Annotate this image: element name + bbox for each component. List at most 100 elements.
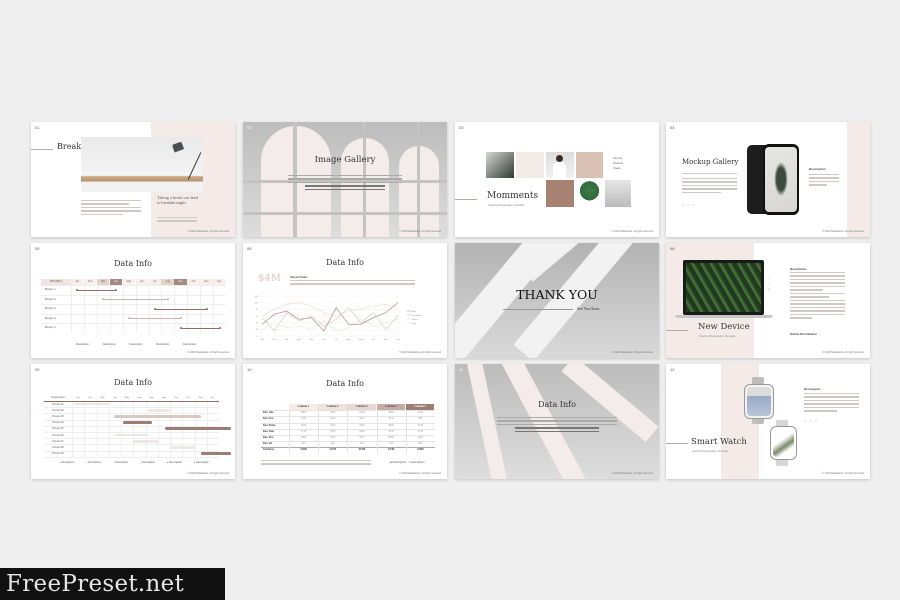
slide-data-info-line-chart[interactable]: 06 Data Info $4M About Chart 0 20 40 60 80 10… bbox=[243, 243, 447, 358]
body-text bbox=[497, 417, 617, 434]
footer: © 2020 Madeleine. All right reserved bbox=[611, 351, 653, 354]
slide-number: 09 bbox=[35, 367, 40, 372]
progression-row-label: Process 07 bbox=[52, 439, 64, 443]
legend-item: ● Description bbox=[140, 461, 155, 464]
side-text bbox=[790, 272, 845, 321]
laptop-mockup bbox=[683, 260, 764, 315]
slide-momments[interactable]: 03 Simple Natural Clean Momments Inspiri… bbox=[455, 122, 659, 237]
gantt-row-label: Project 5 bbox=[45, 325, 56, 329]
keyword: Clean bbox=[613, 166, 621, 170]
body-text bbox=[81, 200, 141, 217]
watch-mockup bbox=[770, 426, 797, 460]
slide-title: Smart Watch bbox=[691, 437, 747, 447]
slide-data-info-table[interactable]: 10 Data Info Column 1 Column 2 Column 3 Col… bbox=[243, 364, 447, 479]
watch-screen-person bbox=[747, 387, 771, 416]
bar-start-dot bbox=[76, 288, 79, 291]
x-tick-label: April bbox=[297, 338, 302, 341]
progression-bar bbox=[74, 402, 109, 406]
legend-label: Description bbox=[88, 461, 102, 464]
slide-title: Data Info bbox=[114, 378, 152, 387]
watermark: FreePreset.net bbox=[0, 568, 225, 600]
slide-subtitle: Inspiring Presentation Template bbox=[699, 335, 736, 338]
data-table: Column 1 Column 2 Column 3 Column 4 Column 5… bbox=[261, 404, 435, 454]
bar-end-dot bbox=[179, 317, 182, 320]
interior-photo bbox=[605, 180, 631, 207]
divider bbox=[503, 309, 573, 310]
table-cell: $2700 bbox=[387, 448, 395, 452]
progression-row-label: Process 02 bbox=[52, 408, 64, 412]
watch-mockup bbox=[744, 384, 774, 419]
gantt-row-label: Project 1 bbox=[45, 287, 56, 291]
legend-label: Data bbox=[411, 310, 416, 313]
bar-end-dot bbox=[115, 288, 118, 291]
bar-end-dot bbox=[166, 298, 169, 301]
slide-thank-you[interactable]: THANK YOU See You Soon © 2020 Madeleine.… bbox=[455, 243, 659, 358]
bar-end-dot bbox=[218, 326, 221, 329]
x-tick-label: May bbox=[309, 339, 314, 341]
series-line-data bbox=[261, 302, 399, 332]
table-cell: $1900 bbox=[358, 448, 366, 452]
grid-line bbox=[41, 294, 226, 295]
divider bbox=[682, 173, 737, 174]
monstera-photo bbox=[576, 180, 603, 207]
slide-smart-watch[interactable]: 12 Smart Watch Inspiring Presentation Te… bbox=[666, 364, 870, 479]
slide-image-gallery[interactable]: 02 Image Gallery © 2020 Madeleine. All r… bbox=[243, 122, 447, 237]
legend-label: Description bbox=[115, 461, 129, 464]
slide-title: Mockup Gallery bbox=[682, 158, 739, 166]
bar-start-dot bbox=[102, 298, 105, 301]
progression-bar bbox=[114, 433, 148, 437]
legend-item: ● Description bbox=[59, 461, 74, 464]
table-legend: ■ Description ■ Description bbox=[390, 460, 425, 464]
x-tick-label: Dec bbox=[396, 339, 401, 341]
social-icons[interactable]: ○○○ bbox=[682, 202, 698, 207]
gantt-bar bbox=[76, 288, 118, 291]
quote-text bbox=[157, 217, 197, 224]
social-icons[interactable]: ○○○ bbox=[804, 418, 820, 423]
progression-row-label: Process 05 bbox=[52, 427, 64, 431]
woman-photo bbox=[546, 152, 574, 178]
footer: © 2020 Madeleine. All right reserved bbox=[187, 230, 229, 233]
slide-data-info-gantt[interactable]: 05 Data Info PROJECT Jan Feb Mar Apr May Jun Ju… bbox=[31, 243, 235, 358]
legend-item: Description bbox=[129, 343, 143, 346]
x-tick-label: Nov bbox=[384, 339, 389, 341]
slide-subtitle: Inspiring Presentation Template bbox=[488, 204, 525, 207]
slide-number: 01 bbox=[35, 125, 40, 130]
x-tick-label: Jan bbox=[260, 339, 264, 341]
slide-data-info-beams[interactable]: 11 Data Info © 2020 Madeleine. All right… bbox=[455, 364, 659, 479]
slide-number: 12 bbox=[670, 367, 675, 372]
progression-bar bbox=[170, 446, 195, 449]
slide-title: Data Info bbox=[326, 379, 364, 388]
slide-number: 05 bbox=[35, 246, 40, 251]
progression-row-label: Process 01 bbox=[52, 402, 64, 406]
y-tick-label: 120 bbox=[254, 296, 258, 298]
color-tile bbox=[576, 152, 603, 178]
slide-title: THANK YOU bbox=[516, 287, 598, 302]
legend-item: Description bbox=[156, 343, 170, 346]
line-chart: 0 20 40 60 80 100 120 Jan Feb Mar April May Jun Jul Au… bbox=[254, 296, 422, 341]
slide-new-device[interactable]: 08 ○ ○ ● New Device Inspiring Presentation… bbox=[666, 243, 870, 358]
slide-break-time[interactable]: 01 Break Time Taking a break can lead to… bbox=[31, 122, 235, 237]
progression-row-label: Process 06 bbox=[52, 433, 64, 437]
grid-line bbox=[122, 285, 124, 333]
grid-line bbox=[41, 313, 226, 314]
divider bbox=[455, 199, 477, 200]
progression-row-label: Process 09 bbox=[52, 452, 64, 456]
stat-value: $4M bbox=[258, 273, 281, 284]
bar-start-dot bbox=[128, 317, 131, 320]
table-cell: $1900 bbox=[300, 448, 307, 452]
gantt-row-label: Project 2 bbox=[45, 296, 56, 301]
pager-dots[interactable]: ○ ○ ● bbox=[768, 277, 770, 292]
table-cell: $1700 bbox=[329, 448, 337, 452]
slide-number: 10 bbox=[247, 367, 252, 372]
slide-title: Momments bbox=[487, 191, 539, 201]
side-text bbox=[804, 393, 859, 414]
progression-row-label: Process 03 bbox=[52, 414, 64, 418]
divider bbox=[31, 149, 53, 150]
side-footer: Online Distribution bbox=[790, 332, 817, 336]
slide-data-info-progression[interactable]: 09 Data Info Progression Jan Feb Mar Apr May J… bbox=[31, 364, 235, 479]
x-tick-label: Jul bbox=[335, 339, 338, 341]
x-tick-label: Oct bbox=[372, 338, 376, 341]
slide-number: 03 bbox=[459, 125, 464, 130]
slide-mockup-gallery[interactable]: 04 Mockup Gallery ○○○ Description © 2020… bbox=[666, 122, 870, 237]
legend-label: Description bbox=[142, 461, 156, 464]
